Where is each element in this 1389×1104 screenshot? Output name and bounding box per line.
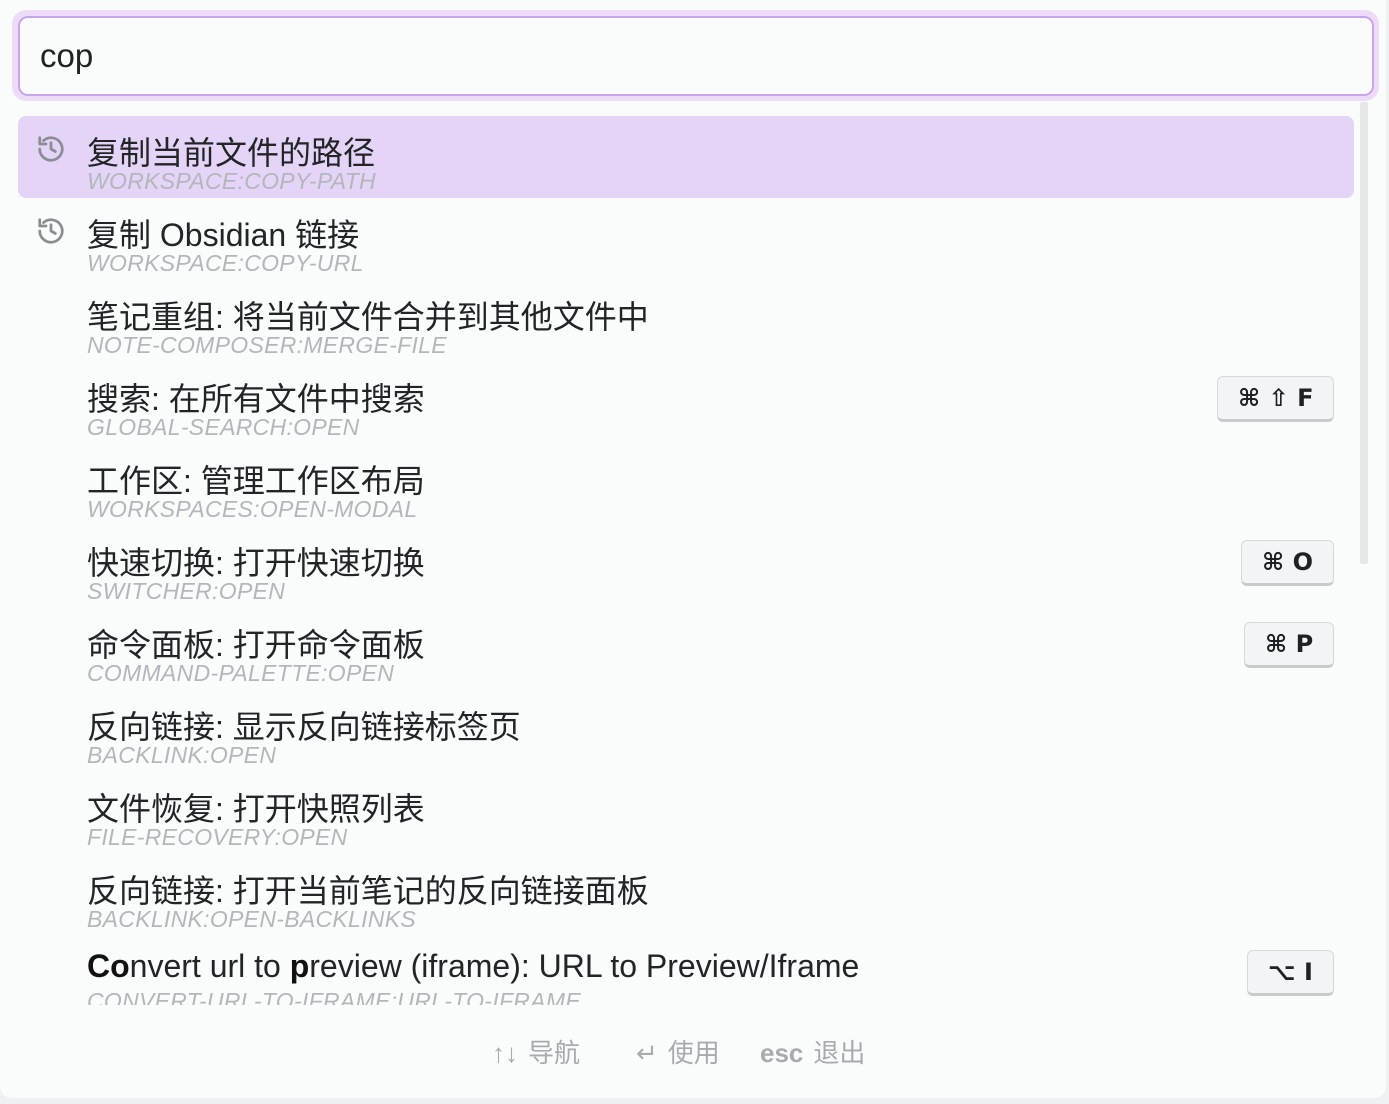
suggestion-item[interactable]: 文件恢复: 打开快照列表 file-recovery:open [18, 772, 1354, 854]
hotkey-badge: ⌘ P [1244, 622, 1335, 668]
hotkey-badge: ⌘ O [1241, 540, 1335, 586]
escape-label: 退出 [813, 1038, 866, 1068]
suggestion-title: Convert url to preview (iframe): URL to … [87, 948, 859, 985]
command-palette-modal: 复制当前文件的路径workspace:copy-path复制 Obsidian … [0, 0, 1386, 1098]
suggestion-item[interactable]: 笔记重组: 将当前文件合并到其他文件中 note-composer:merge-f… [18, 280, 1354, 362]
suggestion-item[interactable]: 反向链接: 显示反向链接标签页 backlink:open [18, 690, 1354, 772]
search-focus-ring [12, 10, 1379, 101]
instruction-escape: esc 退出 [760, 1033, 865, 1070]
suggestion-command-id: workspace:copy-path [87, 168, 376, 194]
suggestion-command-id: workspaces:open-modal [87, 496, 418, 522]
hotkey-badge: ⌘ ⇧ F [1217, 376, 1335, 422]
suggestion-item[interactable]: 快速切换: 打开快速切换 switcher:open ⌘ O [18, 526, 1354, 608]
esc-key-label: esc [760, 1038, 804, 1068]
title-segment: review (iframe): URL to Preview/Iframe [309, 948, 860, 984]
suggestion-command-id: backlink:open-backlinks [87, 906, 417, 932]
suggestion-item[interactable]: 复制当前文件的路径 workspace:copy-path [18, 116, 1354, 198]
use-label: 使用 [667, 1038, 720, 1068]
suggestion-command-id: file-recovery:open [87, 824, 348, 850]
suggestion-command-id: convert-url-to-iframe:url-to-iframe [87, 988, 581, 1005]
match-highlight: p [289, 948, 310, 984]
arrow-keys-icon: ↑↓ [492, 1038, 518, 1068]
history-icon [36, 216, 66, 246]
navigate-label: 导航 [528, 1038, 581, 1068]
search-input[interactable] [18, 16, 1374, 96]
instruction-navigate: ↑↓ 导航 [492, 1033, 580, 1070]
suggestion-item[interactable]: 搜索: 在所有文件中搜索 global-search:open ⌘ ⇧ F [18, 362, 1354, 444]
suggestion-command-id: backlink:open [87, 742, 277, 768]
suggestion-item[interactable]: 命令面板: 打开命令面板 command-palette:open ⌘ P [18, 608, 1354, 690]
suggestion-command-id: global-search:open [87, 414, 360, 440]
match-highlight: Co [87, 948, 130, 984]
history-icon [36, 134, 66, 164]
suggestion-item[interactable]: Convert url to preview (iframe): URL to … [18, 936, 1354, 1005]
title-segment: nvert url to [129, 948, 290, 984]
suggestion-command-id: workspace:copy-url [87, 250, 364, 276]
suggestion-list: 复制当前文件的路径 workspace:copy-path 复制 Obsidian … [0, 110, 1386, 1005]
enter-key-icon: ↵ [636, 1038, 658, 1068]
hotkey-badge: ⌥ I [1247, 950, 1334, 996]
suggestion-command-id: switcher:open [87, 578, 286, 604]
instruction-use: ↵ 使用 [636, 1033, 720, 1070]
suggestion-item[interactable]: 工作区: 管理工作区布局 workspaces:open-modal [18, 444, 1354, 526]
suggestion-command-id: command-palette:open [87, 660, 395, 686]
instructions-footer: ↑↓ 导航 ↵ 使用 esc 退出 [0, 1005, 1386, 1098]
suggestion-command-id: note-composer:merge-file [87, 332, 447, 358]
suggestion-item[interactable]: 复制 Obsidian 链接 workspace:copy-url [18, 198, 1354, 280]
suggestion-item[interactable]: 反向链接: 打开当前笔记的反向链接面板 backlink:open-backlin… [18, 854, 1354, 936]
